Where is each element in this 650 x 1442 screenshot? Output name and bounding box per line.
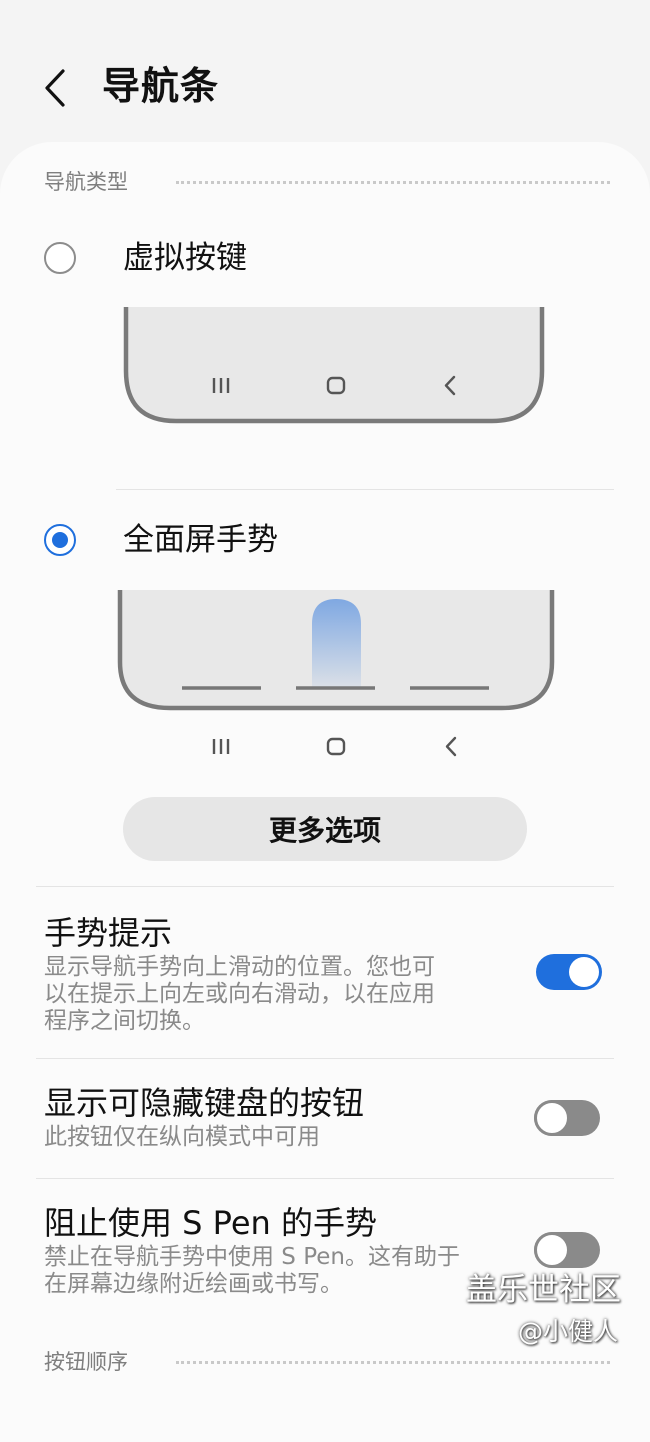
radio-fullscreen-gestures[interactable] xyxy=(44,524,76,556)
toggle-knob xyxy=(534,1100,570,1136)
chevron-left-icon xyxy=(45,69,65,107)
back-button[interactable] xyxy=(30,60,80,116)
option-label-fullscreen-gestures[interactable]: 全面屏手势 xyxy=(123,520,278,560)
setting-description-line: 在屏幕边缘附近绘画或书写。 xyxy=(44,1271,343,1297)
hide-keyboard-button-toggle[interactable] xyxy=(534,1100,600,1136)
recents-icon xyxy=(212,739,230,754)
setting-description-line: 程序之间切换。 xyxy=(44,1008,205,1034)
settings-divider xyxy=(36,886,614,887)
home-icon xyxy=(326,737,346,756)
setting-hide-keyboard-button[interactable]: 显示可隐藏键盘的按钮 此按钮仅在纵向模式中可用 xyxy=(44,1082,514,1151)
setting-title: 阻止使用 S Pen 的手势 xyxy=(44,1204,377,1242)
section-divider xyxy=(176,1361,610,1364)
toggle-knob xyxy=(569,957,599,987)
page-title: 导航条 xyxy=(102,64,220,108)
setting-gesture-hint[interactable]: 手势提示 显示导航手势向上滑动的位置。您也可 以在提示上向左或向右滑动，以在应用… xyxy=(44,912,514,1035)
watermark-author: @小健人 xyxy=(518,1317,619,1346)
setting-description-line: 以在提示上向左或向右滑动，以在应用 xyxy=(44,981,435,1007)
watermark-text: 盖乐世社区 xyxy=(466,1272,621,1308)
option-label-virtual-buttons[interactable]: 虚拟按键 xyxy=(123,238,247,278)
gesture-hint-toggle[interactable] xyxy=(536,954,602,990)
radio-virtual-buttons[interactable] xyxy=(44,242,76,274)
virtual-buttons-preview xyxy=(123,307,545,424)
block-spen-gestures-toggle[interactable] xyxy=(534,1232,600,1268)
swipe-indicator xyxy=(312,599,361,688)
gesture-preview xyxy=(117,590,555,757)
settings-divider xyxy=(36,1058,614,1059)
setting-description-line: 此按钮仅在纵向模式中可用 xyxy=(44,1124,320,1150)
settings-divider xyxy=(36,1178,614,1179)
option-divider xyxy=(116,489,614,490)
nav-back-icon xyxy=(445,736,457,757)
section-divider xyxy=(176,181,610,184)
toggle-knob xyxy=(534,1232,570,1268)
setting-block-spen-gestures[interactable]: 阻止使用 S Pen 的手势 禁止在导航手势中使用 S Pen。这有助于 在屏幕… xyxy=(44,1202,514,1298)
more-options-button[interactable]: 更多选项 xyxy=(123,797,527,861)
setting-title: 显示可隐藏键盘的按钮 xyxy=(44,1084,365,1122)
section-label-nav-type: 导航类型 xyxy=(44,170,128,194)
setting-description-line: 禁止在导航手势中使用 S Pen。这有助于 xyxy=(44,1244,460,1270)
section-label-button-order: 按钮顺序 xyxy=(44,1350,128,1374)
setting-title: 手势提示 xyxy=(44,914,173,952)
setting-description-line: 显示导航手势向上滑动的位置。您也可 xyxy=(44,954,435,980)
